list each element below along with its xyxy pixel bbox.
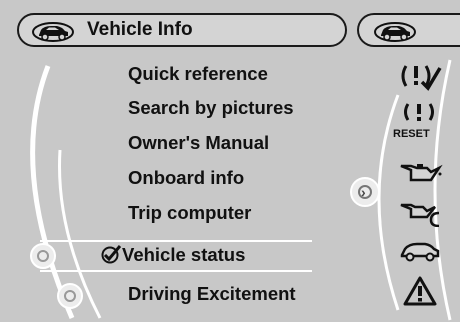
- menu-item-search-by-pictures[interactable]: Search by pictures: [128, 97, 294, 119]
- menu-item-vehicle-status[interactable]: Vehicle status: [100, 244, 245, 266]
- menu-item-owners-manual[interactable]: Owner's Manual: [128, 132, 269, 154]
- selection-line-bottom: [40, 270, 312, 272]
- scroll-knob: [57, 283, 83, 309]
- car-icon[interactable]: [380, 238, 460, 264]
- menu-item-trip-computer[interactable]: Trip computer: [128, 202, 251, 224]
- menu-item-label: Vehicle status: [122, 244, 246, 265]
- oil-can-icon[interactable]: [380, 156, 460, 186]
- menu-item-quick-reference[interactable]: Quick reference: [128, 63, 268, 85]
- oil-level-icon[interactable]: [380, 198, 460, 228]
- reset-label: RESET: [393, 128, 430, 140]
- menu-item-driving-excitement[interactable]: Driving Excitement: [128, 283, 296, 305]
- warning-check-icon[interactable]: [380, 62, 460, 92]
- chevron-right-icon: ›: [361, 184, 366, 200]
- selection-line-top: [40, 240, 312, 242]
- menu-item-onboard-info[interactable]: Onboard info: [128, 167, 244, 189]
- selection-knob: [30, 243, 56, 269]
- warning-triangle-icon[interactable]: [380, 276, 460, 306]
- vehicle-info-screen: Vehicle Info Quick reference Search by p…: [0, 0, 460, 322]
- checkmark-icon: [101, 245, 122, 264]
- forward-arrow-button[interactable]: ›: [350, 177, 380, 207]
